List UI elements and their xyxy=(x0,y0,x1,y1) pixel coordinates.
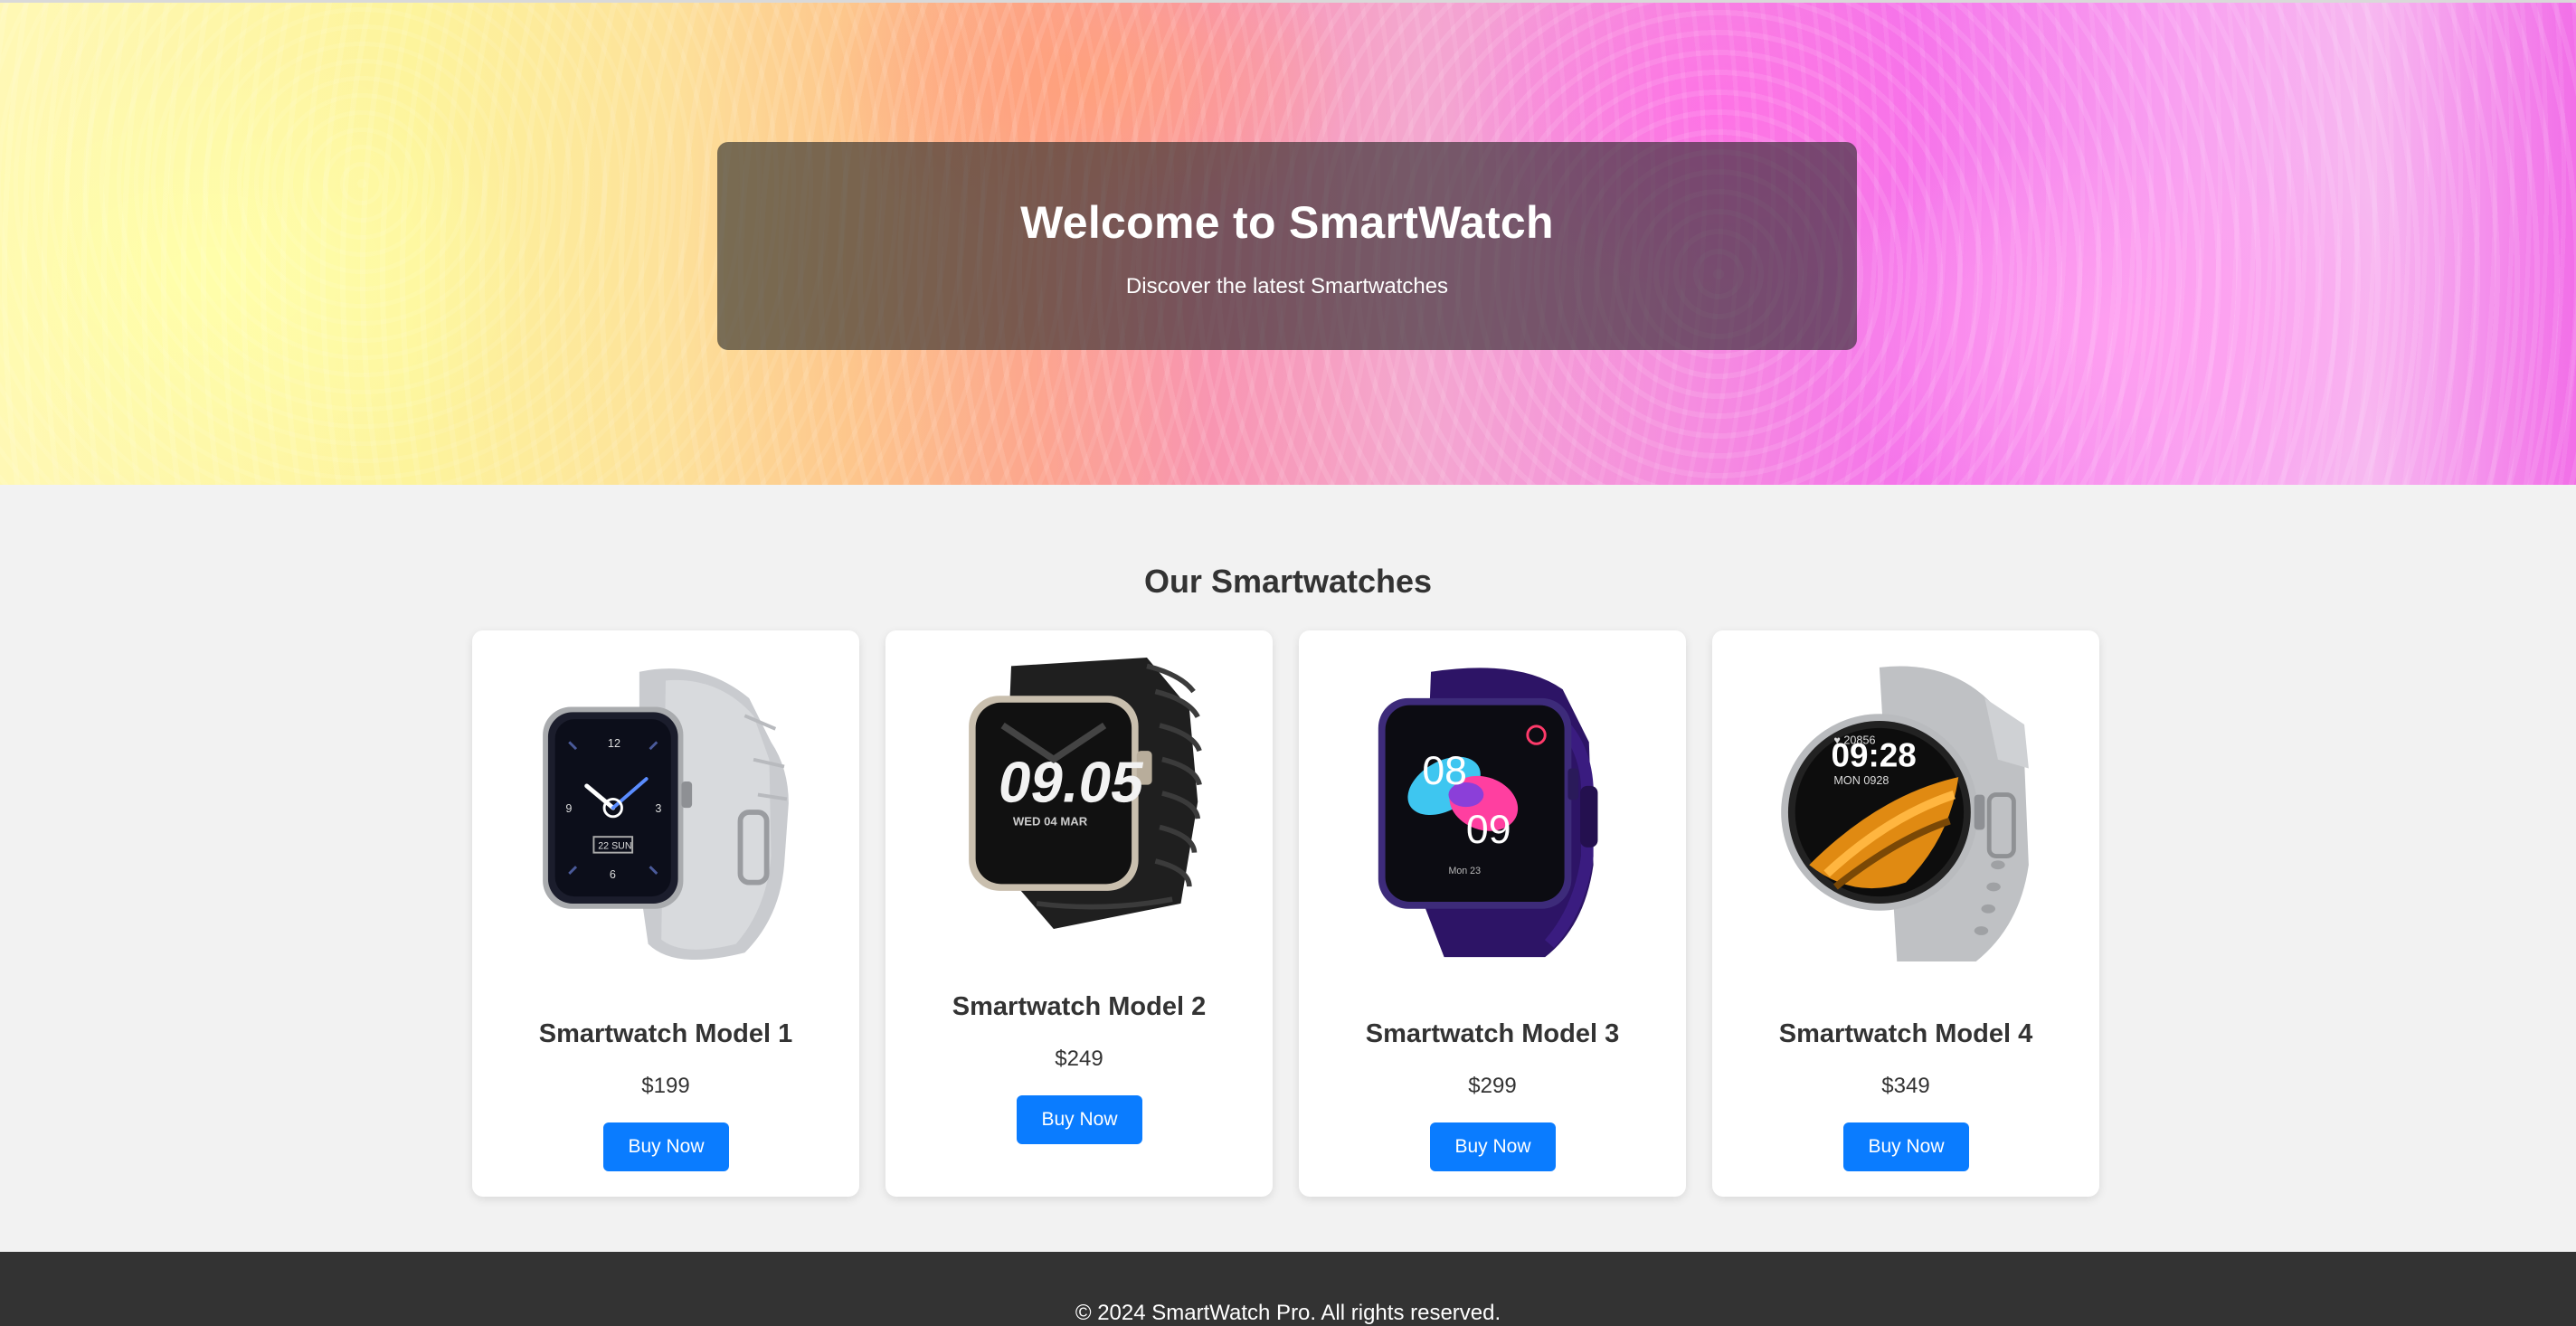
buy-now-button[interactable]: Buy Now xyxy=(603,1122,729,1171)
hero-title: Welcome to SmartWatch xyxy=(1020,197,1554,248)
product-name: Smartwatch Model 3 xyxy=(1365,1019,1620,1048)
section-title: Our Smartwatches xyxy=(1143,563,1433,600)
svg-text:Mon 23: Mon 23 xyxy=(1448,866,1481,876)
product-name: Smartwatch Model 1 xyxy=(538,1019,793,1048)
svg-text:09.05: 09.05 xyxy=(994,750,1150,814)
buy-now-button[interactable]: Buy Now xyxy=(1017,1095,1142,1144)
svg-text:MON 0928: MON 0928 xyxy=(1833,774,1889,787)
hero-banner: Welcome to SmartWatch Discover the lates… xyxy=(0,0,2576,485)
svg-text:09: 09 xyxy=(1466,808,1511,852)
product-card: 12 9 3 6 22 SUN Smartwatch Model 1 $199 … xyxy=(472,630,859,1197)
buy-now-button[interactable]: Buy Now xyxy=(1843,1122,1969,1171)
product-card: 09.05 WED 04 MAR Smartwatch Model 2 $249… xyxy=(886,630,1273,1197)
product-name: Smartwatch Model 2 xyxy=(952,992,1207,1021)
svg-text:9: 9 xyxy=(565,802,572,815)
black-rugged-watch-icon: 09.05 WED 04 MAR xyxy=(943,658,1215,929)
svg-text:6: 6 xyxy=(610,868,616,881)
product-price: $299 xyxy=(1468,1074,1517,1098)
svg-text:08: 08 xyxy=(1422,749,1467,793)
product-card: 09:28 ♥ 20856 MON 0928 Smartwatch Model … xyxy=(1712,630,2099,1197)
product-name: Smartwatch Model 4 xyxy=(1778,1019,2033,1048)
product-card: 08 09 Mon 23 Smartwatch Model 3 $299 Buy… xyxy=(1299,630,1686,1197)
product-price: $349 xyxy=(1881,1074,1930,1098)
product-price: $249 xyxy=(1055,1047,1103,1071)
hero-overlay-box: Welcome to SmartWatch Discover the lates… xyxy=(717,142,1857,350)
product-price: $199 xyxy=(641,1074,690,1098)
svg-text:3: 3 xyxy=(655,802,661,815)
silver-square-watch-icon: 12 9 3 6 22 SUN xyxy=(530,663,801,961)
copyright-text: © 2024 SmartWatch Pro. All rights reserv… xyxy=(1075,1301,1501,1325)
silver-round-watch-icon: 09:28 ♥ 20856 MON 0928 xyxy=(1770,663,2041,961)
svg-text:♥ 20856: ♥ 20856 xyxy=(1833,734,1875,746)
footer: © 2024 SmartWatch Pro. All rights reserv… xyxy=(0,1252,2576,1326)
svg-text:22 SUN: 22 SUN xyxy=(598,841,631,852)
hero-subtitle: Discover the latest Smartwatches xyxy=(1125,274,1449,298)
svg-text:12: 12 xyxy=(608,737,620,750)
buy-now-button[interactable]: Buy Now xyxy=(1430,1122,1556,1171)
svg-text:WED 04 MAR: WED 04 MAR xyxy=(1013,815,1088,829)
purple-square-watch-icon: 08 09 Mon 23 xyxy=(1357,663,1628,961)
